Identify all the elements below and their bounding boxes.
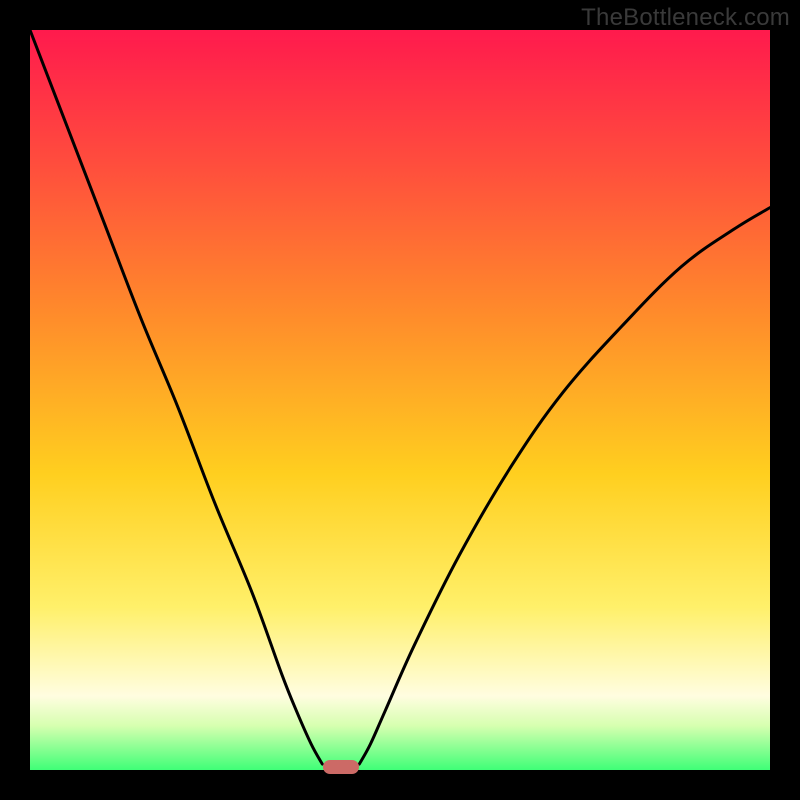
curve-right [359, 208, 770, 764]
watermark-text: TheBottleneck.com [581, 4, 790, 32]
curve-left [30, 30, 322, 764]
chart-frame: TheBottleneck.com [0, 0, 800, 800]
optimal-marker [323, 760, 359, 774]
plot-area [30, 30, 770, 770]
curve-layer [30, 30, 770, 770]
